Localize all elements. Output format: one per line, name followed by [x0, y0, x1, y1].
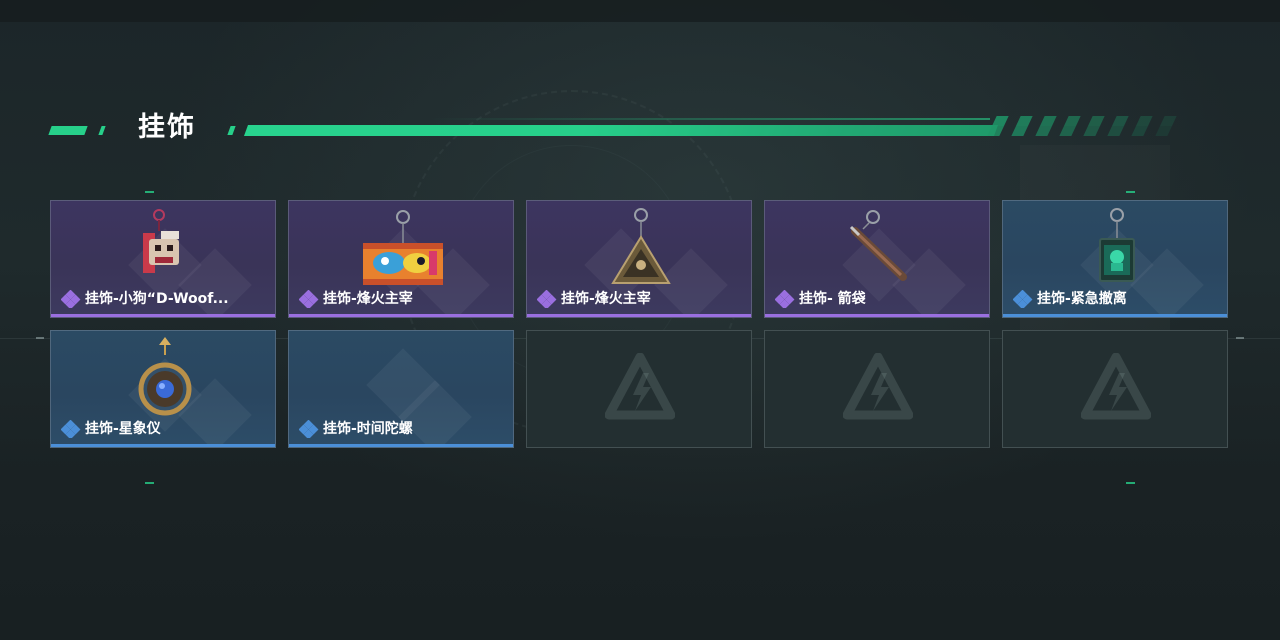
- card-label-row: 挂饰-烽火主宰: [299, 290, 413, 308]
- game-logo-icon: [1081, 353, 1151, 420]
- game-logo-icon: [843, 353, 913, 420]
- top-band: [0, 0, 1280, 22]
- charm-grid: 挂饰-小狗“D-Woof... 挂饰-烽火主宰 挂饰-烽火主宰 挂饰- 箭袋 挂…: [50, 200, 1230, 450]
- charm-name: 挂饰-星象仪: [85, 421, 161, 437]
- rarity-bar: [51, 314, 275, 317]
- card-label-row: 挂饰-时间陀螺: [299, 420, 413, 438]
- rarity-bar: [51, 444, 275, 447]
- rarity-bar: [1003, 314, 1227, 317]
- charm-name: 挂饰-小狗“D-Woof...: [85, 291, 229, 307]
- rarity-bar: [527, 314, 751, 317]
- header-dash-small: [98, 126, 106, 135]
- charm-card[interactable]: 挂饰- 箭袋: [764, 200, 990, 318]
- charm-name: 挂饰-时间陀螺: [323, 421, 413, 437]
- game-logo-icon: [605, 353, 675, 420]
- rarity-bar: [289, 444, 513, 447]
- header-dash-left: [48, 126, 88, 135]
- rarity-diamond-icon: [1013, 290, 1033, 308]
- rarity-bar: [765, 314, 989, 317]
- section-title: 挂饰: [138, 112, 196, 143]
- rarity-diamond-icon: [775, 290, 795, 308]
- card-label-row: 挂饰-烽火主宰: [537, 290, 651, 308]
- charm-name: 挂饰- 箭袋: [799, 291, 866, 307]
- charm-card[interactable]: 挂饰-烽火主宰: [288, 200, 514, 318]
- charm-card[interactable]: 挂饰-星象仪: [50, 330, 276, 448]
- card-label-row: 挂饰- 箭袋: [775, 290, 866, 308]
- rarity-diamond-icon: [299, 290, 319, 308]
- charm-name: 挂饰-烽火主宰: [561, 291, 651, 307]
- header-thin-line: [430, 118, 990, 120]
- empty-slot: [1002, 330, 1228, 448]
- rarity-diamond-icon: [61, 420, 81, 438]
- header-checker-pattern: [987, 116, 1201, 136]
- charm-card[interactable]: 挂饰-烽火主宰: [526, 200, 752, 318]
- corner-tick: [1126, 191, 1135, 193]
- charm-name: 挂饰-烽火主宰: [323, 291, 413, 307]
- card-label-row: 挂饰-紧急撤离: [1013, 290, 1127, 308]
- side-tick: [36, 337, 44, 339]
- empty-slot: [764, 330, 990, 448]
- corner-tick: [1126, 482, 1135, 484]
- charm-name: 挂饰-紧急撤离: [1037, 291, 1127, 307]
- corner-tick: [145, 482, 154, 484]
- card-label-row: 挂饰-小狗“D-Woof...: [61, 290, 229, 308]
- header-dash-right: [227, 126, 236, 135]
- header-bar: [243, 125, 999, 136]
- card-label-row: 挂饰-星象仪: [61, 420, 161, 438]
- corner-tick: [145, 191, 154, 193]
- rarity-diamond-icon: [61, 290, 81, 308]
- charm-card[interactable]: 挂饰-紧急撤离: [1002, 200, 1228, 318]
- rarity-diamond-icon: [537, 290, 557, 308]
- rarity-bar: [289, 314, 513, 317]
- side-tick: [1236, 337, 1244, 339]
- charm-card[interactable]: 挂饰-小狗“D-Woof...: [50, 200, 276, 318]
- empty-slot: [526, 330, 752, 448]
- charm-card[interactable]: 挂饰-时间陀螺: [288, 330, 514, 448]
- rarity-diamond-icon: [299, 420, 319, 438]
